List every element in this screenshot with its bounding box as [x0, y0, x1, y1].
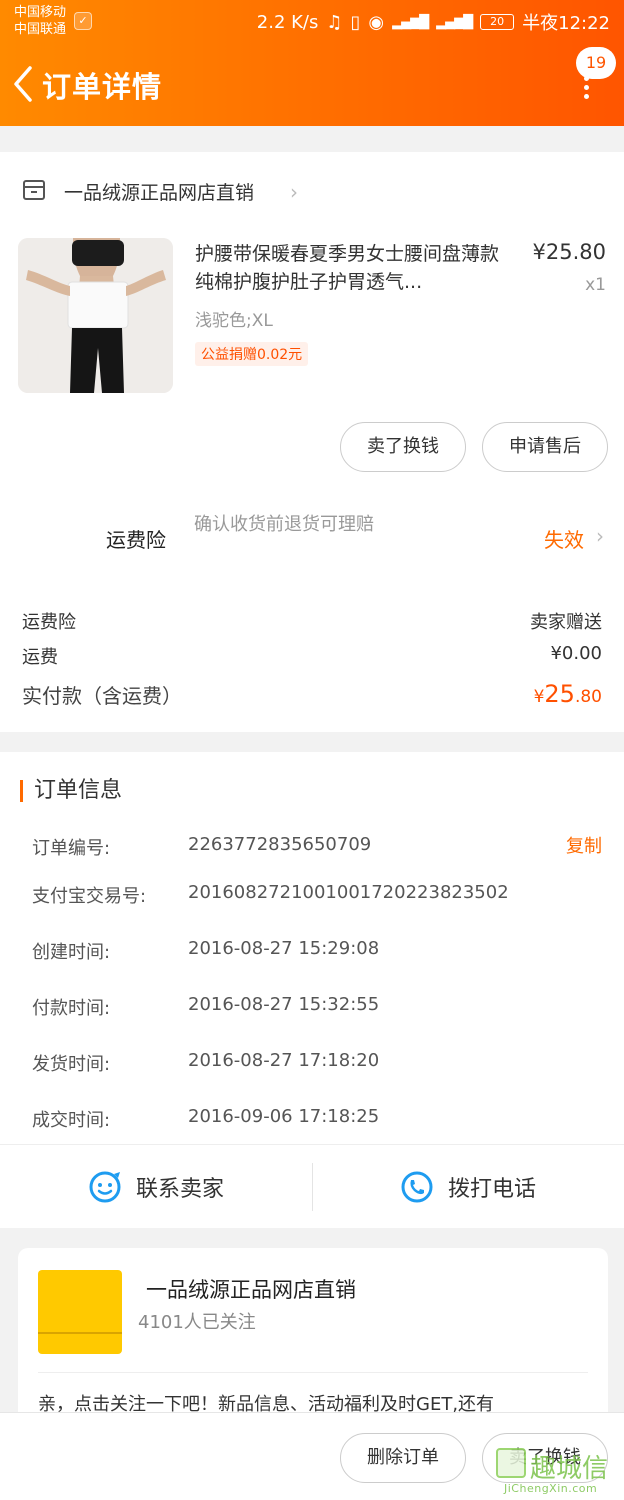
fee-shipping-row: 运费 ¥0.00	[22, 643, 602, 669]
chat-bubble-icon	[89, 1171, 121, 1203]
carrier-2: 中国联通	[14, 22, 67, 37]
order-number-value: 2263772835650709	[188, 834, 372, 855]
chevron-right-icon: ›	[596, 524, 604, 548]
paid-time-label: 付款时间:	[32, 998, 111, 1019]
call-phone-button[interactable]: 拨打电话	[312, 1145, 624, 1229]
order-info-card: 订单信息 复制 订单编号: 2263772835650709 支付宝交易号: 2…	[0, 752, 624, 1228]
shop-logo[interactable]	[38, 1270, 122, 1354]
follow-shop-name[interactable]: 一品绒源正品网店直销	[146, 1274, 356, 1304]
shipped-time-label: 发货时间:	[32, 1054, 111, 1075]
fee-insurance-value: 卖家赠送	[530, 612, 602, 633]
total-label: 实付款（含运费）	[22, 684, 182, 708]
fee-shipping-label: 运费	[22, 647, 58, 668]
contact-seller-button[interactable]: 联系卖家	[0, 1145, 312, 1229]
total-decimal: .80	[574, 687, 602, 707]
insurance-status: 失效	[544, 528, 584, 552]
back-arrow-icon[interactable]	[10, 62, 40, 106]
shield-icon: ✓	[74, 12, 92, 30]
product-quantity: x1	[585, 275, 606, 295]
fee-shipping-value: ¥0.00	[550, 643, 602, 664]
signal-2-icon: ▂▄▆█	[436, 14, 473, 30]
total-currency: ¥	[533, 687, 545, 707]
contact-row: 联系卖家 拨打电话	[0, 1144, 624, 1228]
watermark-logo: 趣城信 JiChengXin.com	[496, 1448, 614, 1498]
insurance-desc: 确认收货前退货可理赔	[194, 514, 374, 535]
follow-shop-card: 一品绒源正品网店直销 4101人已关注 亲，点击关注一下吧！新品信息、活动福利及…	[18, 1248, 608, 1438]
fee-insurance-label: 运费险	[22, 612, 76, 633]
eye-icon: ◉	[368, 11, 385, 33]
phone-icon	[401, 1171, 433, 1203]
shop-icon	[23, 180, 45, 200]
divider	[38, 1372, 588, 1373]
chevron-right-icon: ›	[290, 180, 298, 204]
charity-tag: 公益捐赠0.02元	[195, 342, 309, 366]
contact-seller-label: 联系卖家	[135, 1177, 224, 1202]
order-product-card: 一品绒源正品网店直销 › 护腰带保暖春夏季男女士腰间盘薄款纯棉护腹护肚子护胃透气…	[0, 152, 624, 732]
signal-icon: ▂▄▆█	[392, 14, 429, 30]
paid-time-value: 2016-08-27 15:32:55	[188, 994, 380, 1015]
alipay-trade-value: 2016082721001001720223823502	[188, 882, 509, 903]
watermark-text: 趣城信	[530, 1454, 609, 1484]
headphone-icon: ♫	[326, 11, 343, 33]
follow-count: 4101人已关注	[138, 1312, 256, 1333]
status-right: 2.2 K/s ♫ ▯ ◉ ▂▄▆█ ▂▄▆█ 20 半夜12:22	[257, 9, 610, 35]
copy-button[interactable]: 复制	[566, 832, 602, 858]
created-time-label: 创建时间:	[32, 942, 111, 963]
alipay-trade-label: 支付宝交易号:	[32, 886, 147, 907]
insurance-label: 运费险	[106, 528, 166, 552]
product-sku: 浅驼色;XL	[195, 311, 273, 331]
product-image[interactable]	[18, 238, 173, 393]
order-info-title: 订单信息	[20, 780, 122, 802]
vibrate-icon: ▯	[350, 11, 361, 33]
shipped-time-value: 2016-08-27 17:18:20	[188, 1050, 380, 1071]
fee-insurance-row: 运费险 卖家赠送	[22, 608, 602, 634]
page-title: 订单详情	[42, 70, 163, 104]
watermark-box	[496, 1448, 526, 1478]
more-icon[interactable]	[582, 76, 590, 106]
created-time-value: 2016-08-27 15:29:08	[188, 938, 380, 959]
clock: 半夜12:22	[522, 13, 610, 34]
product-price: ¥25.80	[532, 240, 606, 264]
shop-name: 一品绒源正品网店直销	[64, 182, 255, 204]
aftersale-button[interactable]: 申请售后	[482, 422, 608, 472]
total-amount: ¥25.80	[534, 680, 602, 709]
order-number-label: 订单编号:	[32, 838, 111, 859]
carrier-1: 中国移动	[14, 5, 67, 20]
delete-order-button[interactable]: 删除订单	[340, 1433, 466, 1483]
status-bar: 中国移动 中国联通 ✓ 2.2 K/s ♫ ▯ ◉ ▂▄▆█ ▂▄▆█ 20 半…	[0, 0, 624, 44]
nav-bar: 订单详情	[0, 56, 624, 112]
product-title[interactable]: 护腰带保暖春夏季男女士腰间盘薄款纯棉护腹护肚子护胃透气...	[195, 240, 505, 296]
total-row: 实付款（含运费） ¥25.80	[22, 680, 602, 709]
carrier-info: 中国移动 中国联通	[14, 4, 66, 38]
deal-time-label: 成交时间:	[32, 1110, 111, 1131]
message-count-badge[interactable]: 19	[576, 47, 616, 79]
app-header: 中国移动 中国联通 ✓ 2.2 K/s ♫ ▯ ◉ ▂▄▆█ ▂▄▆█ 20 半…	[0, 0, 624, 126]
network-speed: 2.2 K/s	[256, 11, 319, 33]
shop-row[interactable]: 一品绒源正品网店直销 ›	[0, 152, 624, 230]
sell-button[interactable]: 卖了换钱	[340, 422, 466, 472]
watermark-subtext: JiChengXin.com	[504, 1482, 598, 1495]
total-integer: 25	[544, 680, 575, 708]
battery-icon: 20	[480, 14, 515, 30]
call-phone-label: 拨打电话	[447, 1177, 536, 1202]
deal-time-value: 2016-09-06 17:18:25	[188, 1106, 380, 1127]
